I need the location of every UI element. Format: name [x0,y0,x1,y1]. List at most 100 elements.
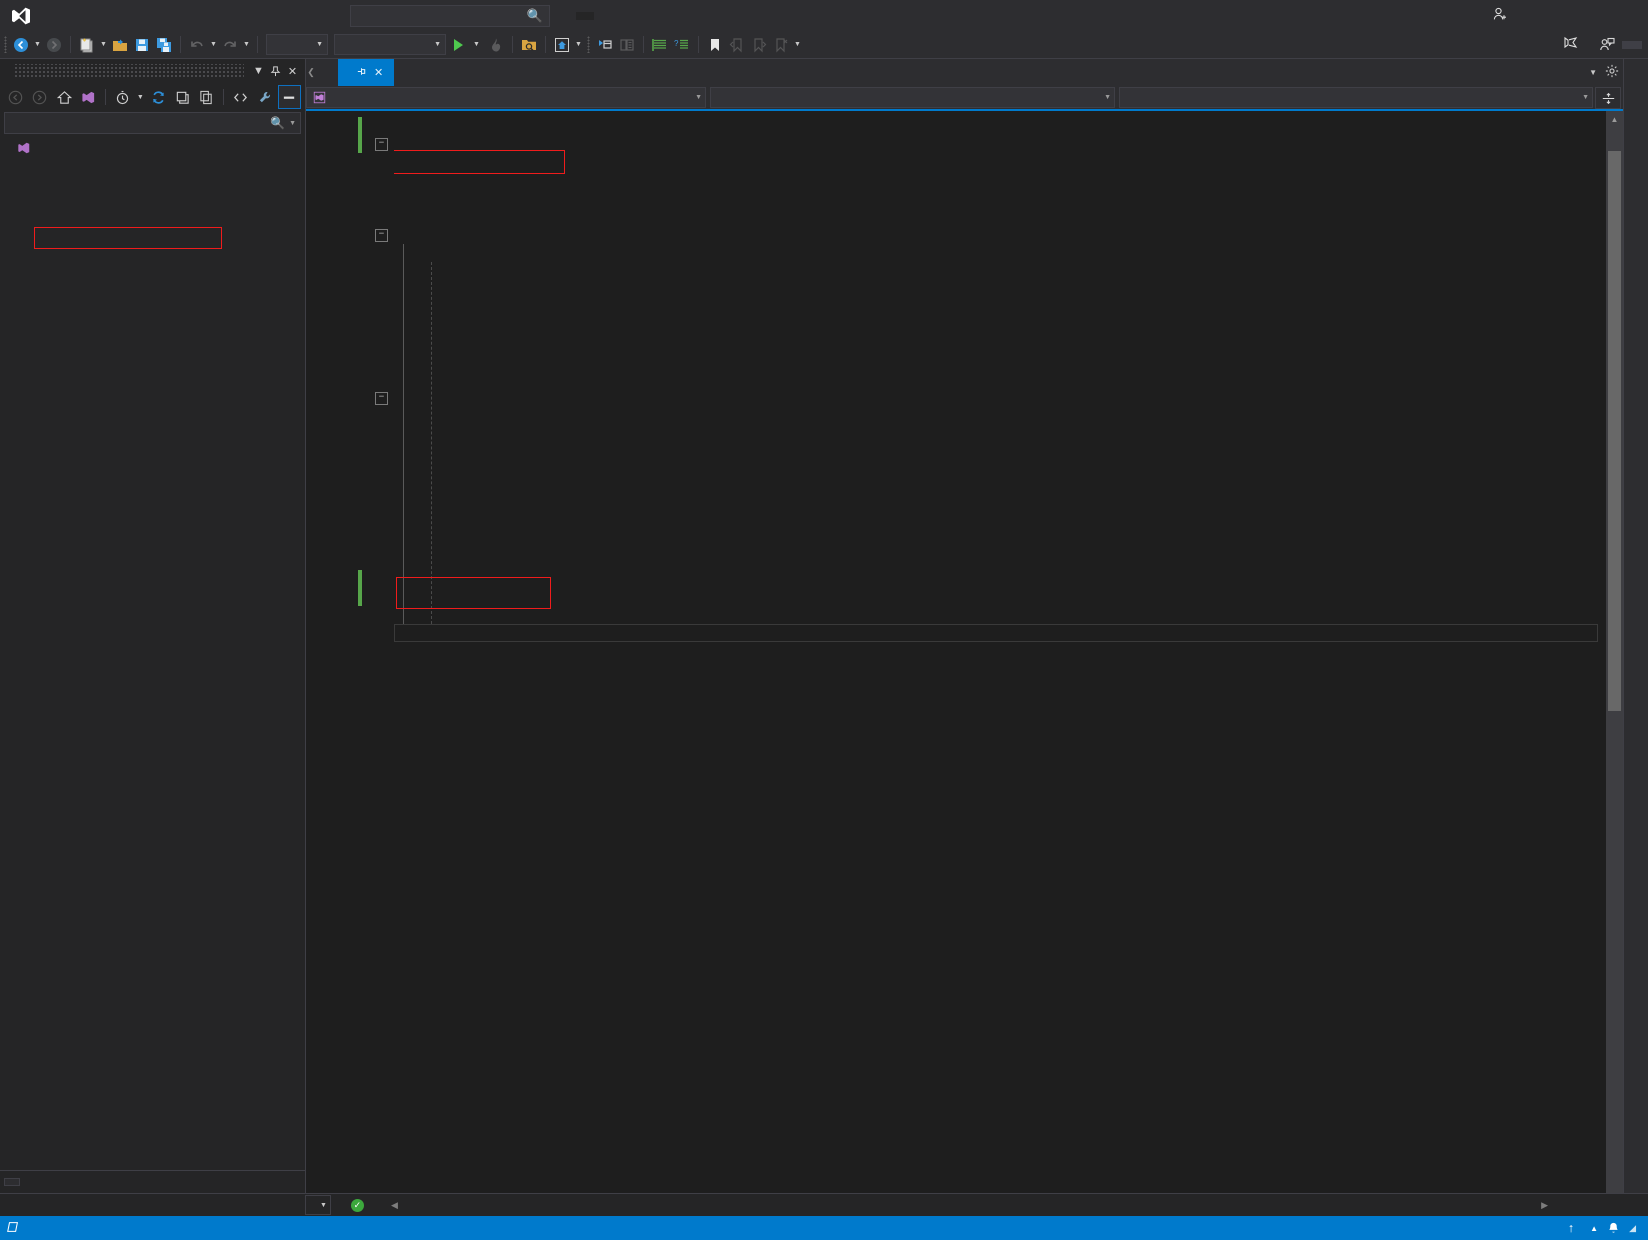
properties-icon[interactable] [254,85,277,109]
toolbar-grip[interactable] [0,31,10,58]
editor-settings-gear-icon[interactable] [1605,64,1619,81]
collapse-all-icon[interactable] [171,85,194,109]
outlining-margin[interactable]: − − − [372,111,394,1193]
menu-file[interactable] [42,0,64,31]
menu-view[interactable] [86,0,108,31]
show-all-files-icon[interactable] [195,85,218,109]
split-editor-handle[interactable] [1595,87,1621,109]
toolbar-grip-2[interactable] [584,31,594,58]
panel-menu-icon[interactable]: ▼ [250,61,267,81]
chevron-up-icon[interactable]: ▲ [1590,1224,1598,1233]
collapse-icon[interactable]: − [375,228,388,242]
clear-bookmarks-icon[interactable] [770,33,792,56]
tab-resource-view[interactable] [34,1179,48,1185]
new-window-icon[interactable] [594,33,616,56]
refresh-icon[interactable] [147,85,170,109]
solution-explorer-home-icon[interactable] [551,33,573,56]
feedback-icon[interactable] [1596,33,1618,56]
dock-tab-properties[interactable] [1633,99,1639,117]
toolbar-overflow-icon[interactable]: ▼ [573,33,584,56]
save-all-icon[interactable] [153,33,175,56]
menu-analyze[interactable] [218,0,240,31]
zoom-level-select[interactable]: ▼ [305,1195,331,1215]
nav-project-select[interactable]: ▼ [306,87,706,108]
menu-git[interactable] [108,0,130,31]
next-bookmark-icon[interactable] [748,33,770,56]
open-file-icon[interactable] [109,33,131,56]
editor-tab-htdhook-h[interactable] [416,59,439,86]
menu-edit[interactable] [64,0,86,31]
collapse-icon[interactable]: − [375,391,388,405]
editor-tab-htdhook-cpp[interactable] [394,59,417,86]
back-icon[interactable] [4,85,27,109]
menu-window[interactable] [284,0,306,31]
pending-changes-dropdown-icon[interactable]: ▼ [135,86,146,109]
solution-tree[interactable] [0,137,305,1170]
code-text[interactable] [394,111,1606,1193]
editor-tab-cwndmain-h[interactable]: ✕ [338,59,395,86]
forward-icon[interactable] [28,85,51,109]
window-minimize-button[interactable] [1516,0,1560,31]
new-project-dropdown-icon[interactable]: ▼ [98,33,109,56]
menu-build[interactable] [152,0,174,31]
start-debugging-button[interactable]: ▼ [449,33,485,56]
editor-tab-cwndmain-cpp[interactable] [316,59,338,86]
solution-configuration-select[interactable]: ▼ [266,34,328,55]
menu-tools[interactable] [240,0,262,31]
solution-view-icon[interactable] [77,85,100,109]
redo-icon[interactable] [219,33,241,56]
comment-selection-icon[interactable] [649,33,671,56]
close-icon[interactable]: ✕ [284,61,301,81]
pin-icon[interactable] [267,61,284,81]
home-icon[interactable] [52,85,75,109]
menu-help[interactable] [306,0,328,31]
undo-dropdown-icon[interactable]: ▼ [208,33,219,56]
solution-explorer-search-input[interactable]: 🔍 ▼ [4,112,301,134]
navigate-forward-icon[interactable] [43,33,65,56]
save-icon[interactable] [131,33,153,56]
tab-list-dropdown-icon[interactable]: ▼ [1589,68,1597,77]
scrollbar-thumb[interactable] [1608,151,1621,711]
resize-grip-icon[interactable]: ◢ [1629,1223,1636,1234]
live-share-button[interactable] [1556,33,1592,56]
hot-reload-icon[interactable] [485,33,507,56]
navigate-back-icon[interactable] [10,33,32,56]
code-pane[interactable]: − − − [306,111,1606,1193]
previous-bookmark-icon[interactable] [726,33,748,56]
menu-extensions[interactable] [262,0,284,31]
split-window-icon[interactable] [616,33,638,56]
redo-dropdown-icon[interactable]: ▼ [241,33,252,56]
dock-tab-notifications[interactable] [1633,63,1639,81]
window-close-button[interactable] [1604,0,1648,31]
code-editor[interactable]: − − − ▲ [306,111,1623,1193]
menu-test[interactable] [196,0,218,31]
undo-icon[interactable] [186,33,208,56]
nav-member-select[interactable]: ▼ [1119,87,1593,108]
scroll-up-icon[interactable]: ▲ [1606,111,1623,127]
pin-tab-icon[interactable] [356,66,367,80]
editor-vertical-scrollbar[interactable]: ▲ [1606,111,1623,1193]
notifications-button[interactable] [1606,1221,1621,1236]
preview-selected-items-icon[interactable] [277,85,301,109]
dock-tab-toolbox[interactable] [1633,81,1639,99]
collapse-icon[interactable]: − [375,138,388,152]
scroll-right-icon[interactable]: ▶ [1541,1200,1548,1211]
nav-scope-select[interactable]: ▼ [710,87,1115,108]
tab-scroll-left-icon[interactable]: ❮ [306,59,316,86]
search-in-files-icon[interactable] [518,33,540,56]
tab-git-changes[interactable] [20,1179,34,1185]
toolbar-overflow-icon-2[interactable]: ▼ [792,33,803,56]
tab-solution-explorer[interactable] [4,1178,20,1186]
issue-status[interactable]: ✓ [350,1198,369,1212]
view-code-icon[interactable] [229,85,252,109]
navigate-back-dropdown-icon[interactable]: ▼ [32,33,43,56]
quick-search-input[interactable]: 🔍 [350,4,550,27]
menu-debug[interactable] [174,0,196,31]
uncomment-selection-icon[interactable]: ? [671,33,693,56]
menu-project[interactable] [130,0,152,31]
scroll-left-icon[interactable]: ◀ [391,1200,398,1211]
tree-row-solution[interactable] [0,139,305,157]
solution-platform-select[interactable]: ▼ [334,34,446,55]
window-maximize-button[interactable] [1560,0,1604,31]
new-project-icon[interactable] [76,33,98,56]
